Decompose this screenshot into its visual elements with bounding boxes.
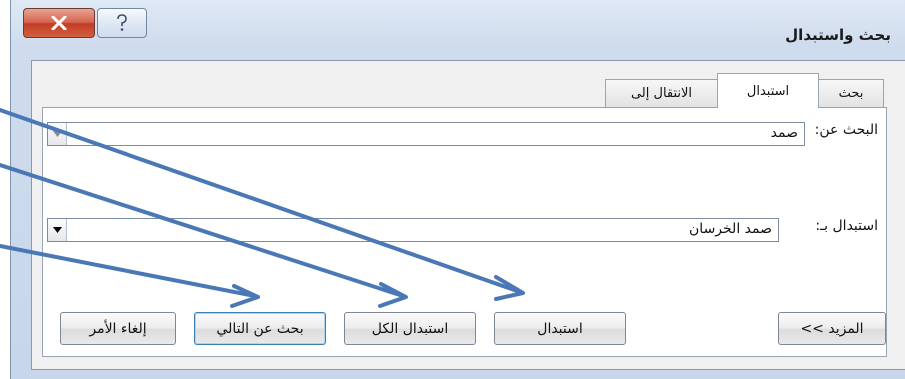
help-button[interactable] [97,8,147,38]
dialog-title: بحث واستبدال [785,26,891,44]
help-icon [117,14,127,31]
find-dropdown-button[interactable] [48,123,67,145]
find-replace-dialog: بحث واستبدال بحث استبدال الانتقال إلى ال… [10,0,905,379]
find-what-input[interactable]: صمد [47,122,805,146]
replace-with-input[interactable]: صمد الخرسان [47,218,779,242]
tab-goto-label: الانتقال إلى [630,86,693,101]
replace-with-value: صمد الخرسان [689,221,772,237]
tab-replace[interactable]: استبدال [717,73,819,108]
outside-area [0,0,10,379]
chevron-down-icon [52,227,62,233]
find-what-label: البحث عن: [814,122,878,138]
close-icon [51,16,67,30]
tab-goto[interactable]: الانتقال إلى [605,79,718,107]
tab-replace-label: استبدال [746,83,790,99]
replace-button[interactable]: استبدال [494,312,626,345]
close-button[interactable] [23,8,95,38]
find-next-button[interactable]: بحث عن التالي [194,312,326,345]
find-what-value: صمد [770,125,798,141]
tab-find[interactable]: بحث [818,79,884,107]
more-button[interactable]: المزيد >> [778,312,886,345]
tab-find-label: بحث [838,86,864,101]
chevron-down-icon [52,131,62,137]
cancel-button[interactable]: إلغاء الأمر [60,312,176,345]
replace-dropdown-button[interactable] [48,219,67,241]
replace-with-label: استبدال بـ: [815,218,878,234]
replace-all-button[interactable]: استبدال الكل [344,312,476,345]
dialog-body: بحث استبدال الانتقال إلى البحث عن: صمد ا… [31,60,905,370]
